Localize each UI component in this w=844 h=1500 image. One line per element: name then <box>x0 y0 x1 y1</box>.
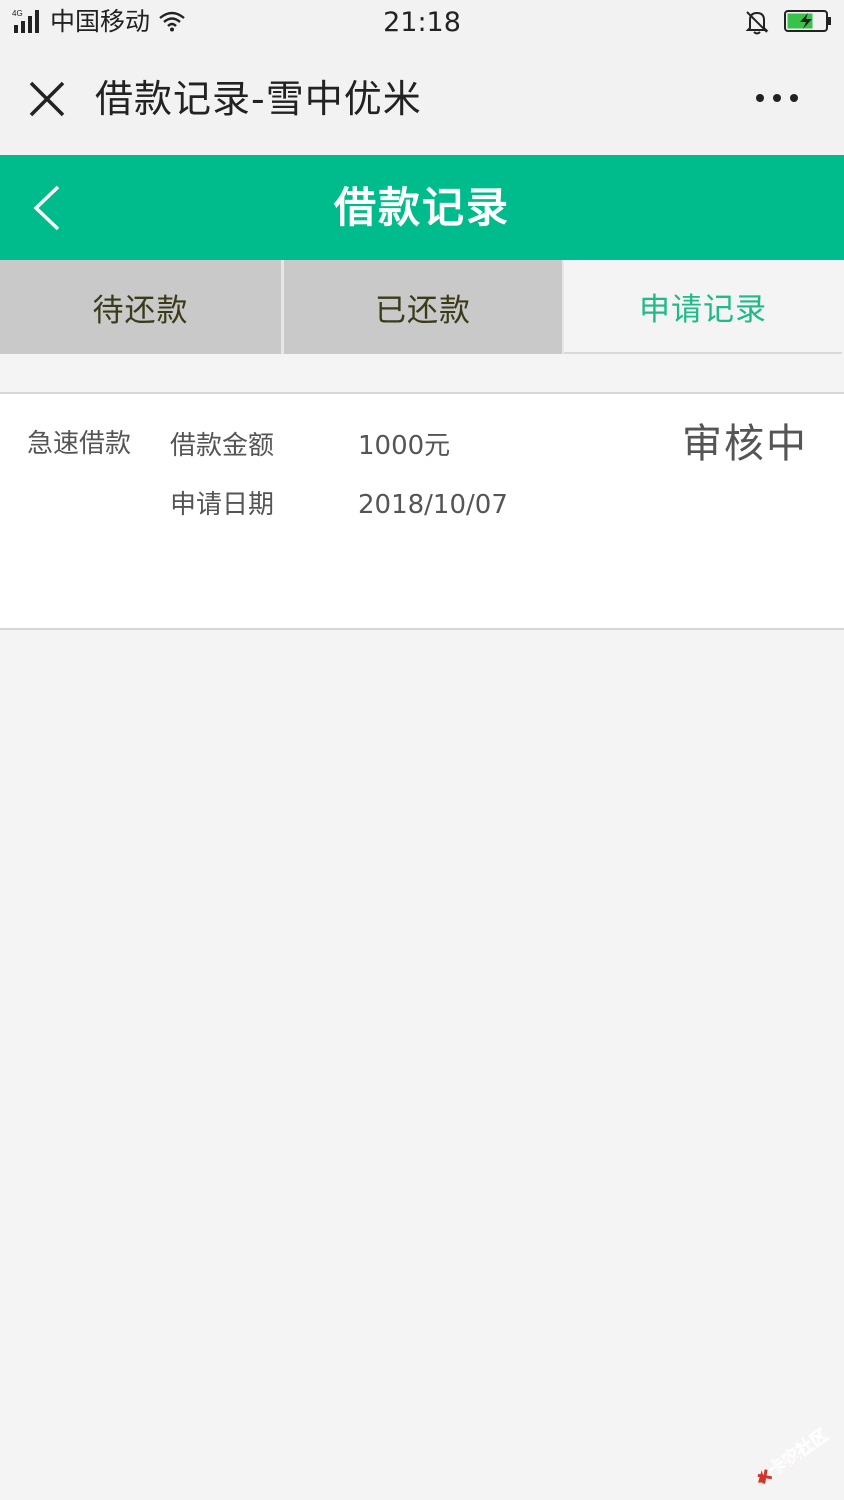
watermark-logo: 卡农社区 <box>757 1424 832 1484</box>
close-icon[interactable] <box>28 80 66 118</box>
status-bar: 4G 中国移动 21:18 <box>0 0 844 46</box>
page-title: 借款记录-雪中优米 <box>95 77 422 121</box>
tab-repaid[interactable]: 已还款 <box>284 260 562 354</box>
clock: 21:18 <box>383 7 461 38</box>
tab-application-records[interactable]: 申请记录 <box>564 260 842 354</box>
app-header: 借款记录 <box>0 155 844 260</box>
amount-value: 1000元 <box>358 431 451 461</box>
more-icon[interactable] <box>752 90 802 106</box>
header-title: 借款记录 <box>333 183 510 232</box>
tab-pending-repayment[interactable]: 待还款 <box>0 260 281 354</box>
watermark-text: 卡农社区 <box>764 1425 832 1481</box>
date-value: 2018/10/07 <box>358 490 508 520</box>
loan-type: 急速借款 <box>27 429 132 459</box>
tab-bar: 待还款 已还款 申请记录 <box>0 260 844 356</box>
loan-record-item[interactable]: 急速借款 借款金额 1000元 申请日期 2018/10/07 审核中 <box>0 392 844 630</box>
amount-label: 借款金额 <box>170 431 275 461</box>
bell-muted-icon <box>745 11 769 35</box>
browser-title-bar: 借款记录-雪中优米 <box>0 46 844 154</box>
status-badge: 审核中 <box>682 421 808 467</box>
battery-charging-icon <box>784 10 831 32</box>
date-label: 申请日期 <box>170 490 275 520</box>
